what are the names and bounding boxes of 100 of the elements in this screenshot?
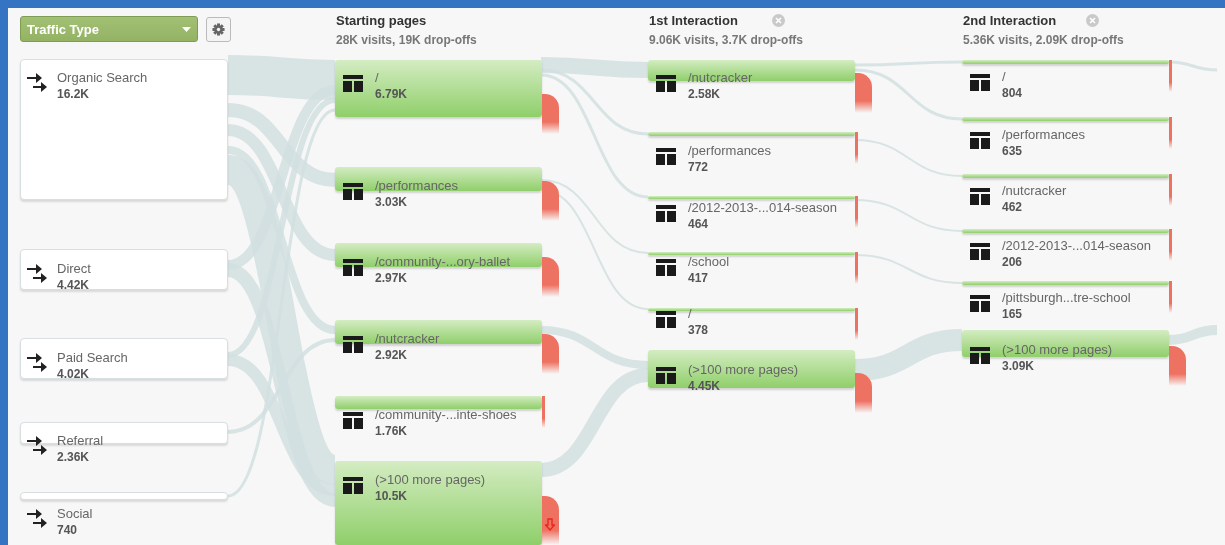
source-node[interactable] xyxy=(20,492,228,500)
flow-band xyxy=(1168,325,1218,345)
node-value: 2.58K xyxy=(688,86,722,102)
page-icon xyxy=(656,205,676,222)
page-icon xyxy=(970,188,990,205)
drop-off-bar xyxy=(1169,281,1172,313)
node-value: 165 xyxy=(1002,306,1024,322)
node-value: 16.2K xyxy=(57,86,91,102)
node-label: /2012-2013-...014-season xyxy=(688,200,837,216)
drop-off-bar xyxy=(542,257,559,298)
node-value: 740 xyxy=(57,522,79,538)
node-value: 10.5K xyxy=(375,488,409,504)
node-value: 462 xyxy=(1002,199,1024,215)
double-arrow-icon xyxy=(27,264,49,284)
node-label: /nutcracker xyxy=(1002,183,1067,199)
node-label: /performances xyxy=(688,143,772,159)
page-bar[interactable] xyxy=(335,243,542,267)
node-label: / xyxy=(688,306,693,322)
drop-off-bar xyxy=(542,334,559,375)
node-label: /2012-2013-...014-season xyxy=(1002,238,1151,254)
down-arrow-icon[interactable] xyxy=(545,518,555,531)
close-icon[interactable] xyxy=(772,14,785,27)
double-arrow-icon xyxy=(27,73,49,93)
node-value: 1.76K xyxy=(375,423,409,439)
page-icon xyxy=(656,75,676,92)
settings-button[interactable] xyxy=(206,17,231,42)
node-label: /community-...ory-ballet xyxy=(375,254,511,270)
node-label: / xyxy=(1002,69,1007,85)
page-icon xyxy=(656,311,676,328)
page-icon xyxy=(343,412,363,429)
node-label: (>100 more pages) xyxy=(375,472,486,488)
page-icon xyxy=(656,367,676,384)
page-icon xyxy=(343,183,363,200)
node-label: /performances xyxy=(375,178,459,194)
drop-off-bar xyxy=(855,132,858,164)
node-value: 378 xyxy=(688,322,709,338)
node-label: (>100 more pages) xyxy=(688,362,799,378)
drop-off-bar xyxy=(542,396,545,428)
node-label: Direct xyxy=(57,261,91,277)
source-node[interactable] xyxy=(20,59,228,200)
double-arrow-icon xyxy=(27,509,49,529)
page-bar[interactable] xyxy=(335,320,542,344)
close-icon[interactable] xyxy=(1086,14,1099,27)
page-icon xyxy=(343,259,363,276)
page-bar[interactable] xyxy=(335,60,542,117)
node-value: 772 xyxy=(688,159,710,175)
node-value: 206 xyxy=(1002,254,1024,270)
source-node[interactable] xyxy=(20,249,228,290)
column-title: 1st Interaction xyxy=(649,13,738,28)
source-node[interactable] xyxy=(20,338,228,379)
page-icon xyxy=(656,148,676,165)
drop-off-bar xyxy=(855,252,858,284)
drop-off-bar xyxy=(1169,117,1172,149)
source-node[interactable] xyxy=(20,422,228,444)
drop-off-bar xyxy=(1169,229,1172,261)
node-value: 2.97K xyxy=(375,270,409,286)
drop-off-bar xyxy=(855,372,872,413)
node-label: /school xyxy=(688,254,730,270)
drop-off-bar xyxy=(1169,174,1172,206)
page-icon xyxy=(343,477,363,494)
node-value: 2.92K xyxy=(375,347,409,363)
column-title: 2nd Interaction xyxy=(963,13,1057,28)
node-label: /nutcracker xyxy=(375,331,440,347)
double-arrow-icon xyxy=(27,353,49,373)
drop-off-bar xyxy=(1169,346,1186,387)
node-value: 635 xyxy=(1002,143,1024,159)
node-label: /community-...inte-shoes xyxy=(375,407,517,423)
page-bar[interactable] xyxy=(648,350,855,388)
node-value: 6.79K xyxy=(375,86,408,102)
drop-off-bar xyxy=(855,196,858,228)
node-value: 417 xyxy=(688,270,710,286)
dimension-dropdown[interactable]: Traffic Type xyxy=(20,16,198,42)
node-value: 464 xyxy=(688,216,710,232)
page-icon xyxy=(970,243,990,260)
node-value: 4.42K xyxy=(57,277,91,293)
column-summary: 9.06K visits, 3.7K drop-offs xyxy=(649,33,804,47)
node-value: 804 xyxy=(1002,85,1023,101)
drop-off-bar xyxy=(1169,60,1172,92)
node-value: 3.09K xyxy=(1002,358,1036,374)
node-label: Paid Search xyxy=(57,350,128,366)
caret-icon xyxy=(182,26,191,32)
node-label: Organic Search xyxy=(57,70,148,86)
drop-off-bar xyxy=(855,308,858,340)
page-icon xyxy=(343,336,363,353)
page-icon xyxy=(970,132,990,149)
node-value: 4.02K xyxy=(57,366,91,382)
page-icon xyxy=(970,347,990,364)
page-bar[interactable] xyxy=(335,167,542,191)
drop-off-bar xyxy=(542,94,559,135)
page-icon xyxy=(656,259,676,276)
drop-off-bar xyxy=(542,181,559,222)
node-value: 3.03K xyxy=(375,194,409,210)
node-label: /pittsburgh...tre-school xyxy=(1002,290,1131,306)
page-bar[interactable] xyxy=(962,330,1169,357)
node-label: / xyxy=(375,70,380,86)
node-label: Referral xyxy=(57,433,104,449)
node-label: /performances xyxy=(1002,127,1086,143)
page-icon xyxy=(970,295,990,312)
drop-off-bar xyxy=(855,72,872,113)
settings-icon xyxy=(212,23,225,36)
